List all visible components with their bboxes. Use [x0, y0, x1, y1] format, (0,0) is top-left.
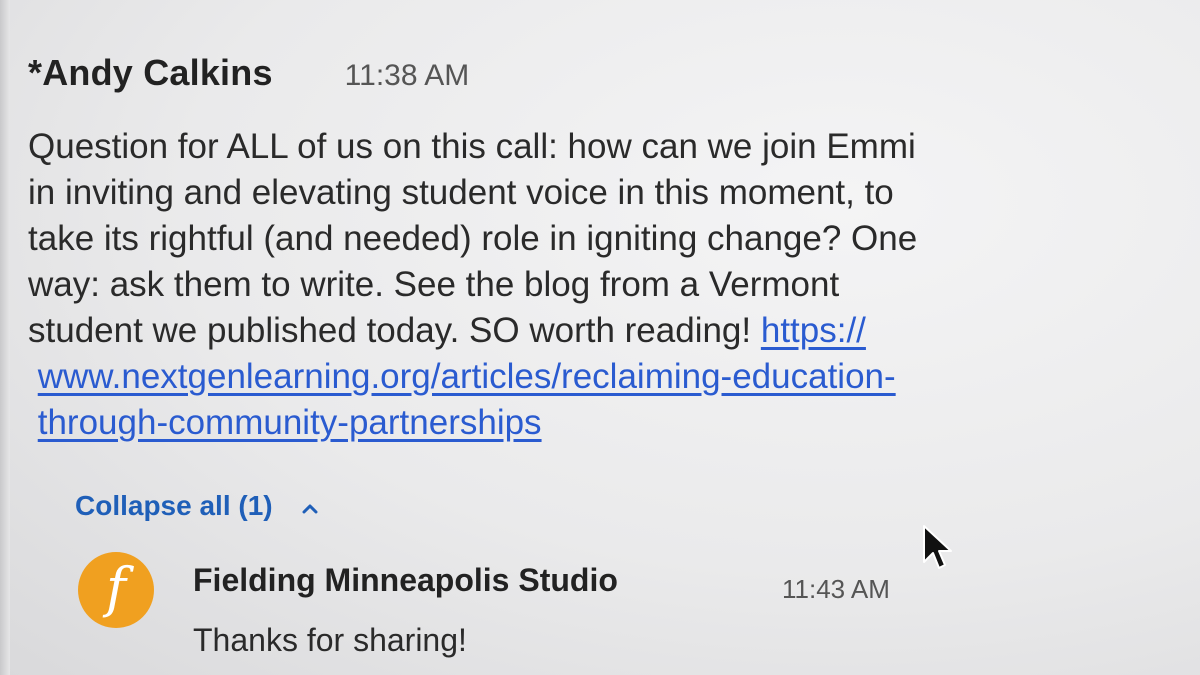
reply-text: Thanks for sharing! — [193, 622, 467, 658]
reply-timestamp: 11:43 AM — [782, 574, 890, 604]
chevron-up-icon — [299, 495, 321, 517]
message-line: in inviting and elevating student voice … — [28, 173, 894, 212]
message-sender[interactable]: *Andy Calkins — [28, 52, 273, 94]
collapse-all-button[interactable]: Collapse all (1) — [75, 490, 321, 522]
message-line: student we published today. SO worth rea… — [28, 311, 761, 350]
article-link-part[interactable]: https:// — [761, 311, 866, 350]
article-link-line: www.nextgenlearning.org/articles/reclaim… — [28, 354, 1138, 400]
message-line-with-link: student we published today. SO worth rea… — [28, 308, 1138, 354]
chat-window: *Andy Calkins 11:38 AM Question for ALL … — [0, 0, 1200, 675]
avatar-letter: f — [106, 556, 126, 619]
avatar[interactable]: f — [78, 552, 154, 628]
article-link-part[interactable]: www.nextgenlearning.org/articles/reclaim… — [38, 357, 896, 396]
message-header: *Andy Calkins 11:38 AM — [28, 52, 1138, 104]
message-line: way: ask them to write. See the blog fro… — [28, 265, 840, 304]
article-link-line: through-community-partnerships — [28, 400, 1138, 446]
message-line: Question for ALL of us on this call: how… — [28, 127, 916, 166]
mouse-pointer-icon — [920, 524, 954, 572]
message-timestamp: 11:38 AM — [344, 59, 470, 92]
reply-message: f Fielding Minneapolis Studio 11:43 AM T… — [78, 552, 978, 672]
window-edge — [0, 0, 10, 675]
reply-sender[interactable]: Fielding Minneapolis Studio — [193, 562, 618, 599]
message-body: Question for ALL of us on this call: how… — [28, 124, 1138, 446]
collapse-all-label: Collapse all (1) — [75, 490, 273, 521]
article-link-part[interactable]: through-community-partnerships — [38, 403, 542, 442]
chat-message: *Andy Calkins 11:38 AM Question for ALL … — [28, 52, 1138, 446]
message-line: take its rightful (and needed) role in i… — [28, 219, 918, 258]
